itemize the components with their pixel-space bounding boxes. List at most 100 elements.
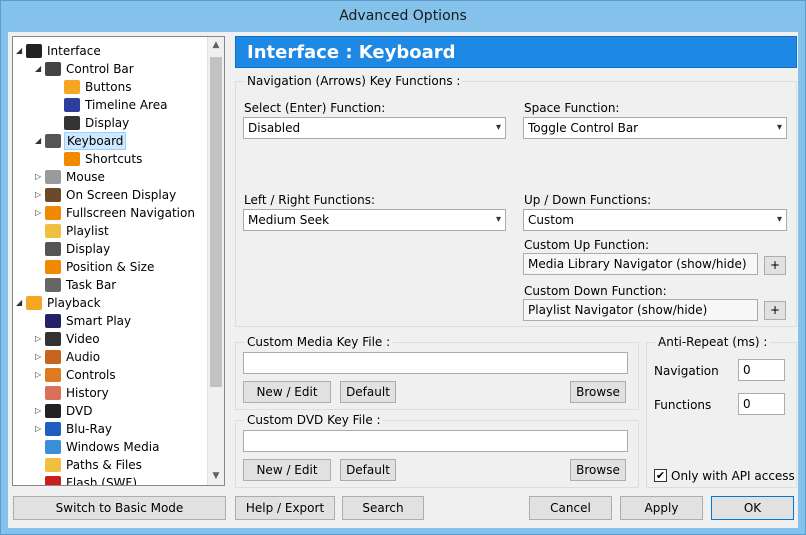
expand-arrow-icon[interactable]: ▷: [35, 168, 45, 186]
tree-item-label: Smart Play: [66, 314, 132, 328]
tree-scrollbar[interactable]: ▲ ▼: [207, 37, 224, 485]
tree-item[interactable]: ◢ Playback: [16, 294, 103, 312]
tree-item[interactable]: Display: [35, 240, 112, 258]
tree-item[interactable]: History: [35, 384, 111, 402]
dvd-key-group: Custom DVD Key File : New / Edit Default…: [235, 413, 639, 488]
leftright-function-dropdown[interactable]: Medium Seek ▾: [243, 209, 506, 231]
tree-item[interactable]: Smart Play: [35, 312, 133, 330]
tree-item-label: Task Bar: [66, 278, 117, 292]
scroll-down-icon[interactable]: ▼: [208, 468, 224, 485]
help-export-button[interactable]: Help / Export: [235, 496, 335, 520]
media-browse-button[interactable]: Browse: [570, 381, 626, 403]
tree-item[interactable]: Shortcuts: [54, 150, 144, 168]
space-function-dropdown[interactable]: Toggle Control Bar ▾: [523, 117, 787, 139]
navigation-group-title: Navigation (Arrows) Key Functions :: [244, 74, 464, 88]
tree-item[interactable]: Timeline Area: [54, 96, 169, 114]
dvd-default-button[interactable]: Default: [340, 459, 396, 481]
expand-arrow-icon[interactable]: ▷: [35, 330, 45, 348]
collapse-arrow-icon[interactable]: ◢: [16, 42, 26, 60]
custom-down-field[interactable]: Playlist Navigator (show/hide): [523, 299, 758, 321]
tree-item[interactable]: Windows Media: [35, 438, 161, 456]
tree-item[interactable]: Position & Size: [35, 258, 156, 276]
updown-function-value: Custom: [528, 213, 574, 227]
tree-item-label: Position & Size: [66, 260, 155, 274]
display-icon: [64, 116, 80, 130]
tree-item[interactable]: Task Bar: [35, 276, 118, 294]
tree-item[interactable]: ▷ Mouse: [35, 168, 107, 186]
chevron-down-icon: ▾: [495, 214, 501, 225]
tree-item[interactable]: ▷ Fullscreen Navigation: [35, 204, 197, 222]
audio-icon: [45, 350, 61, 364]
tree-item-label: History: [66, 386, 109, 400]
media-key-file-input[interactable]: [243, 352, 628, 374]
tree-item[interactable]: Paths & Files: [35, 456, 144, 474]
media-key-group-title: Custom Media Key File :: [244, 335, 394, 349]
custom-up-field[interactable]: Media Library Navigator (show/hide): [523, 253, 758, 275]
expand-arrow-icon[interactable]: ▷: [35, 186, 45, 204]
shortcut-arrow-icon: [64, 152, 80, 166]
expand-arrow-icon[interactable]: ▷: [35, 348, 45, 366]
tree-item[interactable]: Playlist: [35, 222, 111, 240]
controls-icon: [45, 368, 61, 382]
tree-item[interactable]: ◢ Interface: [16, 42, 103, 60]
dvd-new-edit-button[interactable]: New / Edit: [243, 459, 331, 481]
leftright-function-label: Left / Right Functions:: [244, 193, 375, 207]
chevron-down-icon: ▾: [776, 214, 782, 225]
tree-item[interactable]: ▷ DVD: [35, 402, 94, 420]
tree-item[interactable]: ◢ Keyboard: [35, 132, 127, 150]
collapse-arrow-icon[interactable]: ◢: [16, 294, 26, 312]
tree-item[interactable]: Flash (SWF): [35, 474, 139, 485]
search-button[interactable]: Search: [342, 496, 424, 520]
tree-item[interactable]: Display: [54, 114, 131, 132]
mouse-icon: [45, 170, 61, 184]
collapse-arrow-icon[interactable]: ◢: [35, 60, 45, 78]
space-function-value: Toggle Control Bar: [528, 121, 639, 135]
scroll-up-icon[interactable]: ▲: [208, 37, 224, 54]
select-function-dropdown[interactable]: Disabled ▾: [243, 117, 506, 139]
updown-function-dropdown[interactable]: Custom ▾: [523, 209, 787, 231]
api-access-checkbox[interactable]: ✔: [654, 469, 667, 482]
expand-arrow-icon[interactable]: ▷: [35, 402, 45, 420]
dvd-browse-button[interactable]: Browse: [570, 459, 626, 481]
leftright-function-value: Medium Seek: [248, 213, 330, 227]
tree-item[interactable]: ▷ On Screen Display: [35, 186, 178, 204]
media-new-edit-button[interactable]: New / Edit: [243, 381, 331, 403]
functions-repeat-input[interactable]: 0: [738, 393, 785, 415]
dvd-key-group-title: Custom DVD Key File :: [244, 413, 384, 427]
expand-arrow-icon[interactable]: ▷: [35, 366, 45, 384]
tree-item-label: Blu-Ray: [66, 422, 113, 436]
custom-down-plus-button[interactable]: +: [764, 301, 786, 320]
media-default-button[interactable]: Default: [340, 381, 396, 403]
navigation-repeat-input[interactable]: 0: [738, 359, 785, 381]
custom-up-label: Custom Up Function:: [524, 238, 650, 252]
tree-item[interactable]: ▷ Audio: [35, 348, 102, 366]
collapse-arrow-icon[interactable]: ◢: [35, 132, 45, 150]
options-tree[interactable]: ◢ Interface ◢ Control Bar Buttons Timeline Ar…: [12, 36, 225, 486]
page-title: Interface : Keyboard: [235, 36, 797, 68]
tree-item[interactable]: ◢ Control Bar: [35, 60, 136, 78]
windows-media-icon: [45, 440, 61, 454]
tree-item-label: Shortcuts: [85, 152, 143, 166]
scroll-thumb[interactable]: [210, 57, 222, 387]
tree-item-label: Playlist: [66, 224, 109, 238]
space-function-label: Space Function:: [524, 101, 620, 115]
cancel-button[interactable]: Cancel: [529, 496, 612, 520]
select-function-value: Disabled: [248, 121, 301, 135]
tree-item[interactable]: ▷ Video: [35, 330, 102, 348]
tree-item-label: Video: [66, 332, 100, 346]
tree-item-label: Display: [66, 242, 111, 256]
expand-arrow-icon[interactable]: ▷: [35, 204, 45, 222]
tree-item[interactable]: ▷ Blu-Ray: [35, 420, 114, 438]
tree-item-label: DVD: [66, 404, 93, 418]
switch-basic-mode-button[interactable]: Switch to Basic Mode: [13, 496, 226, 520]
expand-arrow-icon[interactable]: ▷: [35, 420, 45, 438]
tree-item-label: Interface: [47, 44, 101, 58]
ok-button[interactable]: OK: [711, 496, 794, 520]
chevron-down-icon: ▾: [495, 122, 501, 133]
tree-item-label: Windows Media: [66, 440, 160, 454]
tree-item[interactable]: ▷ Controls: [35, 366, 118, 384]
apply-button[interactable]: Apply: [620, 496, 703, 520]
dvd-key-file-input[interactable]: [243, 430, 628, 452]
tree-item[interactable]: Buttons: [54, 78, 133, 96]
custom-up-plus-button[interactable]: +: [764, 256, 786, 275]
